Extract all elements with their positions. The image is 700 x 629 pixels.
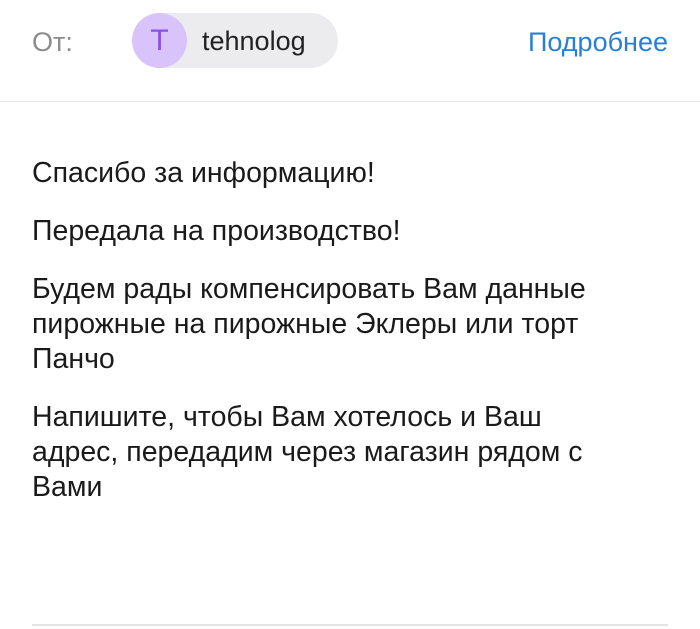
email-view: От: T tehnolog Подробнее Спасибо за инфо…	[0, 0, 700, 629]
sender-name: tehnolog	[202, 26, 306, 56]
email-header: От: T tehnolog Подробнее	[0, 0, 700, 102]
avatar: T	[132, 13, 187, 68]
message-paragraph: Передала на производство!	[32, 215, 401, 247]
message-body: Спасибо за информацию! Передала на произ…	[32, 156, 672, 528]
divider	[32, 624, 668, 626]
from-label: От:	[32, 27, 73, 57]
sender-chip[interactable]: T tehnolog	[132, 13, 338, 68]
message-paragraph: Будем рады компенсировать Вам данные пир…	[32, 273, 586, 375]
message-paragraph: Напишите, чтобы Вам хотелось и Ваш адрес…	[32, 401, 583, 503]
message-paragraph: Спасибо за информацию!	[32, 157, 375, 189]
details-link[interactable]: Подробнее	[528, 22, 668, 62]
